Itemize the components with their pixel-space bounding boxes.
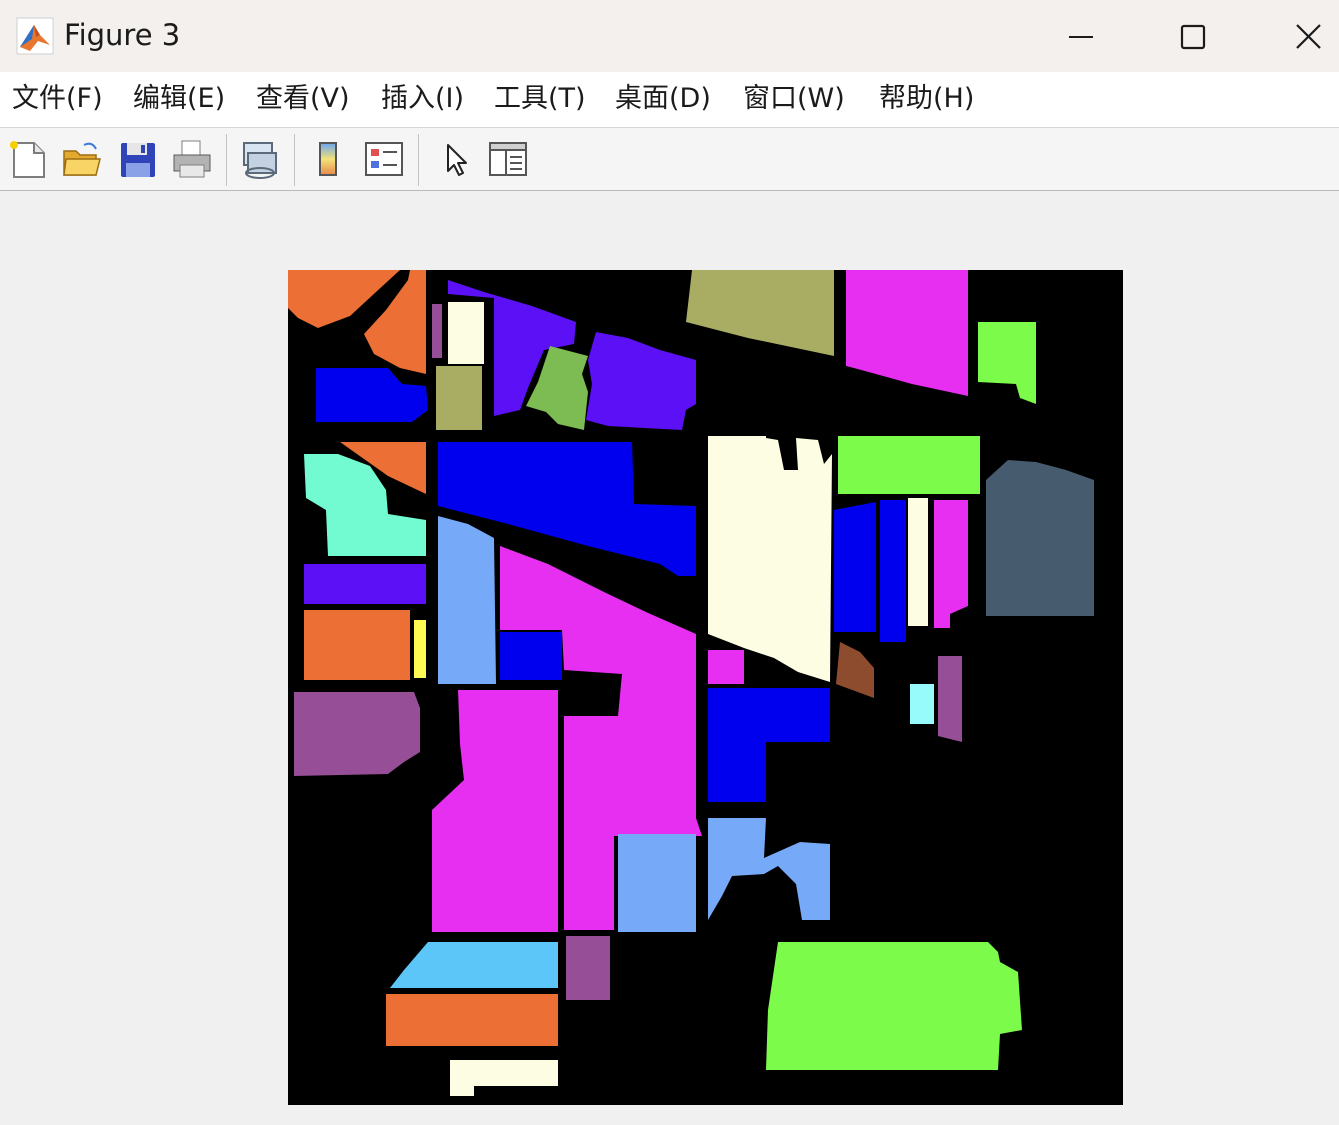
matlab-icon <box>16 17 54 55</box>
classification-map-image[interactable] <box>288 270 1123 1105</box>
minimize-icon <box>1069 36 1093 38</box>
legend-button[interactable] <box>362 137 406 181</box>
new-figure-icon <box>10 141 45 178</box>
region-light-blue <box>618 834 696 932</box>
maximize-icon <box>1180 24 1206 50</box>
menu-window[interactable]: 窗口(W) <box>743 81 845 117</box>
region-yellow <box>414 620 426 678</box>
maximize-button[interactable] <box>1138 0 1248 72</box>
pointer-button[interactable] <box>434 137 478 181</box>
property-editor-button[interactable] <box>486 137 530 181</box>
toolbar-separator <box>294 134 295 186</box>
region-cream <box>908 498 928 626</box>
menu-desktop[interactable]: 桌面(D) <box>615 81 711 117</box>
title-bar: Figure 3 <box>0 0 1339 72</box>
link-plot-button[interactable] <box>238 137 282 181</box>
save-button[interactable] <box>116 137 160 181</box>
region-purple <box>294 692 420 776</box>
region-light-blue <box>438 516 496 684</box>
region-orange <box>386 994 558 1046</box>
print-icon <box>173 140 211 178</box>
open-file-icon <box>63 142 101 176</box>
region-purple <box>432 304 442 358</box>
open-file-button[interactable] <box>60 137 104 181</box>
region-blue <box>880 500 906 642</box>
close-icon <box>1296 24 1321 49</box>
region-slate <box>986 460 1094 616</box>
link-plot-icon <box>243 142 277 179</box>
toolbar-separator <box>226 134 227 186</box>
toolbar-separator <box>418 134 419 186</box>
legend-icon <box>365 142 403 176</box>
menu-edit[interactable]: 编辑(E) <box>133 81 225 117</box>
region-blue <box>834 502 876 632</box>
region-violet <box>304 564 426 604</box>
menu-file[interactable]: 文件(F) <box>12 81 103 117</box>
region-olive <box>436 366 482 430</box>
menu-tools[interactable]: 工具(T) <box>494 81 586 117</box>
region-purple <box>938 656 962 742</box>
colorbar-icon <box>319 142 337 176</box>
menu-bar: 文件(F) 编辑(E) 查看(V) 插入(I) 工具(T) 桌面(D) 窗口(W… <box>0 72 1339 128</box>
region-magenta <box>708 650 744 684</box>
minimize-button[interactable] <box>1026 0 1136 72</box>
region-green <box>838 436 980 494</box>
region-cyan <box>910 684 934 724</box>
region-blue <box>500 632 562 680</box>
window-title: Figure 3 <box>64 18 181 52</box>
save-icon <box>121 143 155 177</box>
region-orange <box>304 610 410 680</box>
region-purple <box>566 936 610 1000</box>
colorbar-button[interactable] <box>308 137 352 181</box>
menu-view[interactable]: 查看(V) <box>256 81 350 117</box>
property-editor-icon <box>489 142 527 176</box>
region-cream <box>448 302 484 364</box>
classification-map <box>288 270 1123 1105</box>
pointer-icon <box>447 144 467 176</box>
region-green <box>766 942 1022 1070</box>
close-button[interactable] <box>1250 0 1339 72</box>
toolbar <box>0 128 1339 191</box>
menu-insert[interactable]: 插入(I) <box>381 81 464 117</box>
menu-help[interactable]: 帮助(H) <box>879 81 974 117</box>
print-button[interactable] <box>170 137 214 181</box>
new-figure-button[interactable] <box>6 137 50 181</box>
